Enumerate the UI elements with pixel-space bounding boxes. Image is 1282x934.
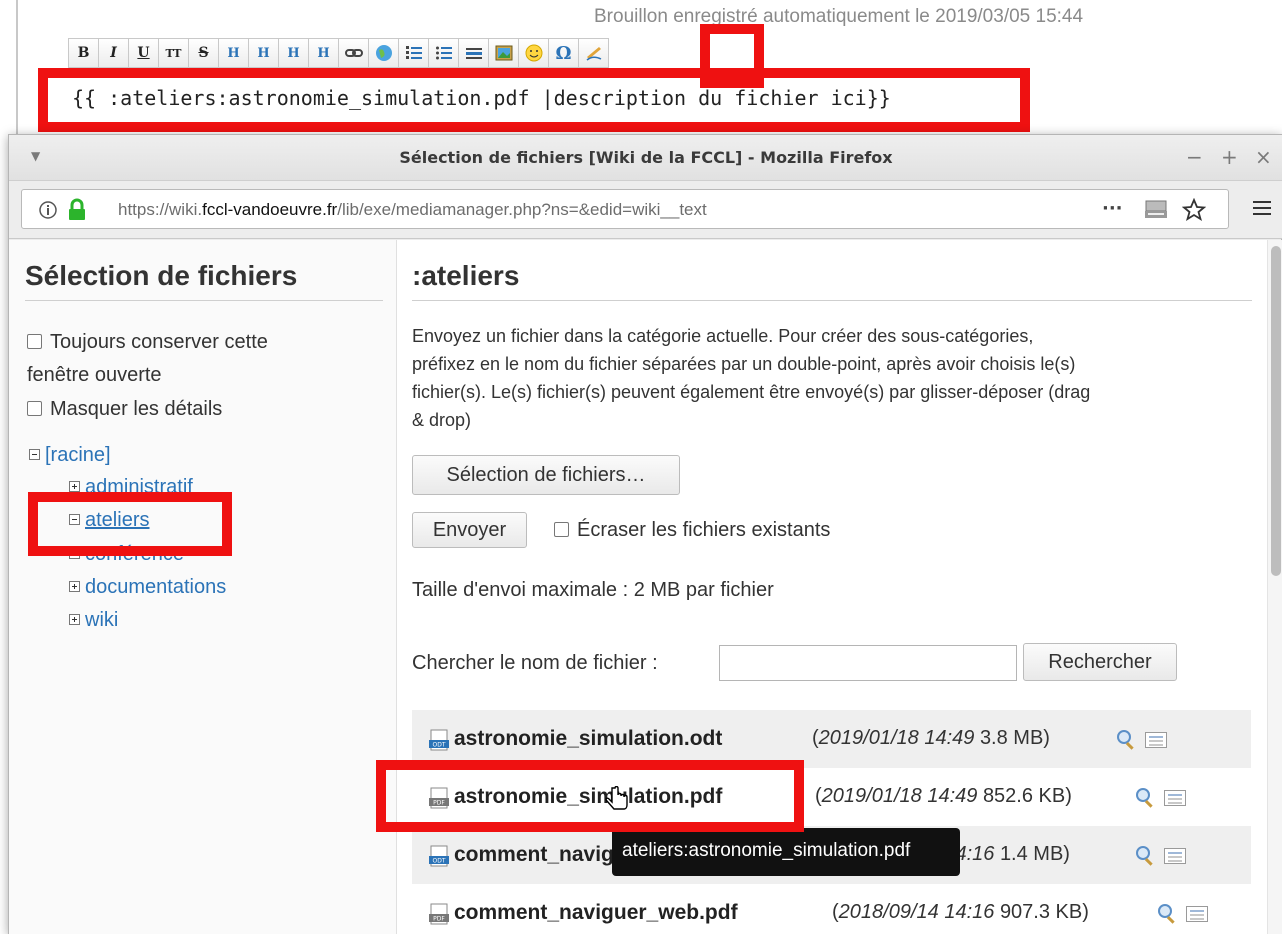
image-icon xyxy=(495,45,512,61)
upload-help-line-4: & drop) xyxy=(412,410,472,430)
ordered-list-button[interactable] xyxy=(398,38,429,68)
search-input[interactable] xyxy=(719,645,1017,681)
highlight-ateliers-folder xyxy=(28,492,232,556)
odt-icon: ODT xyxy=(429,729,449,751)
page-actions-icon[interactable]: ··· xyxy=(1102,198,1123,219)
magnifier-icon[interactable] xyxy=(1115,728,1137,750)
magnifier-icon[interactable] xyxy=(1134,786,1156,808)
file-meta: (2018/09/14 14:16 907.3 KB) xyxy=(832,901,1089,923)
tree-item-wiki[interactable]: wiki xyxy=(69,609,118,632)
horizontal-rule-button[interactable] xyxy=(458,38,489,68)
magnifier-icon[interactable] xyxy=(1134,844,1156,866)
send-button[interactable]: Envoyer xyxy=(412,512,527,548)
monospace-button[interactable]: TT xyxy=(158,38,189,68)
window-title: Sélection de fichiers [Wiki de la FCCL] … xyxy=(399,148,893,167)
signature-icon xyxy=(586,47,601,61)
add-image-button[interactable] xyxy=(488,38,519,68)
sidebar-title: Sélection de fichiers xyxy=(25,260,298,291)
address-bar-row: https://wiki.fccl-vandoeuvre.fr/lib/exe/… xyxy=(9,181,1282,239)
info-icon[interactable] xyxy=(38,200,58,220)
max-size-text: Taille d'envoi maximale : 2 MB par fichi… xyxy=(412,579,774,601)
window-titlebar: ▼ Sélection de fichiers [Wiki de la FCCL… xyxy=(9,135,1282,181)
url-field[interactable]: https://wiki.fccl-vandoeuvre.fr/lib/exe/… xyxy=(21,189,1229,229)
file-name[interactable]: astronomie_simulation.odt xyxy=(454,727,722,751)
hamburger-menu-icon[interactable] xyxy=(1252,199,1272,217)
strike-button[interactable]: S xyxy=(188,38,219,68)
sidebar: Sélection de fichiers Toujours conserver… xyxy=(9,240,397,934)
svg-text:ODT: ODT xyxy=(432,742,445,749)
heading-higher-button[interactable]: H xyxy=(278,38,309,68)
smiley-icon xyxy=(525,44,542,62)
link-button[interactable] xyxy=(338,38,369,68)
signature-button[interactable] xyxy=(578,38,609,68)
italic-button[interactable]: I xyxy=(98,38,129,68)
link-icon xyxy=(344,49,363,57)
search-button[interactable]: Rechercher xyxy=(1023,643,1177,681)
special-chars-button[interactable]: Ω xyxy=(548,38,579,68)
close-button[interactable]: × xyxy=(1255,145,1272,169)
maximize-button[interactable]: + xyxy=(1221,145,1238,169)
file-meta: (2019/01/18 14:49 3.8 MB) xyxy=(812,727,1050,749)
editor-toolbar: B I U TT S H H H H Ω xyxy=(68,38,609,70)
keep-open-checkbox[interactable] xyxy=(27,334,42,349)
highlight-pdf-file xyxy=(376,760,804,832)
search-label: Chercher le nom de fichier : xyxy=(412,652,658,674)
select-files-button[interactable]: Sélection de fichiers… xyxy=(412,455,680,495)
scrollbar-thumb[interactable] xyxy=(1271,246,1281,576)
scrollbar[interactable] xyxy=(1267,240,1282,934)
file-row[interactable]: PDF comment_naviguer_web.pdf (2018/09/14… xyxy=(412,884,1251,934)
heading-lower-button[interactable]: H xyxy=(248,38,279,68)
tree-item-documentations[interactable]: documentations xyxy=(69,576,226,599)
svg-text:ODT: ODT xyxy=(432,858,445,865)
upload-help-line-2: préfixez en le nom du fichier séparées p… xyxy=(412,354,1076,374)
pdf-icon: PDF xyxy=(429,903,449,925)
hide-details-option[interactable]: Masquer les détails xyxy=(27,398,222,421)
upload-help-line-3: fichier(s). Le(s) fichier(s) peuvent éga… xyxy=(412,382,1091,402)
overwrite-option[interactable]: Écraser les fichiers existants xyxy=(554,519,830,542)
keep-open-option[interactable]: Toujours conserver cette xyxy=(27,331,268,354)
reader-view-icon[interactable] xyxy=(1144,200,1168,220)
upload-help-line-1: Envoyez un fichier dans la catégorie act… xyxy=(412,326,1034,346)
autosave-status: Brouillon enregistré automatiquement le … xyxy=(594,6,1084,27)
heading-same-button[interactable]: H xyxy=(218,38,249,68)
unordered-list-icon xyxy=(435,46,452,60)
highlight-editor-text xyxy=(38,68,1030,132)
tree-item-root[interactable]: [racine] xyxy=(29,444,111,467)
main-title: :ateliers xyxy=(412,260,520,291)
underline-button[interactable]: U xyxy=(128,38,159,68)
ordered-list-icon xyxy=(405,46,422,59)
odt-icon: ODT xyxy=(429,845,449,867)
heading-menu-button[interactable]: H xyxy=(308,38,339,68)
bookmark-star-icon[interactable] xyxy=(1182,198,1206,222)
keep-open-label-cont: fenêtre ouverte xyxy=(27,364,162,386)
details-icon[interactable] xyxy=(1145,732,1167,748)
lock-icon[interactable] xyxy=(66,198,88,222)
hide-details-checkbox[interactable] xyxy=(27,401,42,416)
unordered-list-button[interactable] xyxy=(428,38,459,68)
smiley-button[interactable] xyxy=(518,38,549,68)
external-link-button[interactable] xyxy=(368,38,399,68)
file-tooltip: ateliers:astronomie_simulation.pdf xyxy=(612,828,960,876)
details-icon[interactable] xyxy=(1164,790,1186,806)
details-icon[interactable] xyxy=(1164,848,1186,864)
globe-icon xyxy=(375,45,392,61)
minimize-button[interactable]: − xyxy=(1186,145,1203,169)
magnifier-icon[interactable] xyxy=(1156,902,1178,924)
url-text: https://wiki.fccl-vandoeuvre.fr/lib/exe/… xyxy=(118,200,707,219)
svg-text:PDF: PDF xyxy=(433,916,445,923)
bold-button[interactable]: B xyxy=(68,38,99,68)
details-icon[interactable] xyxy=(1186,906,1208,922)
file-meta: (2019/01/18 14:49 852.6 KB) xyxy=(815,785,1072,807)
overwrite-checkbox[interactable] xyxy=(554,522,569,537)
file-name[interactable]: comment_naviguer_web.pdf xyxy=(454,901,738,925)
hr-icon xyxy=(465,48,482,59)
